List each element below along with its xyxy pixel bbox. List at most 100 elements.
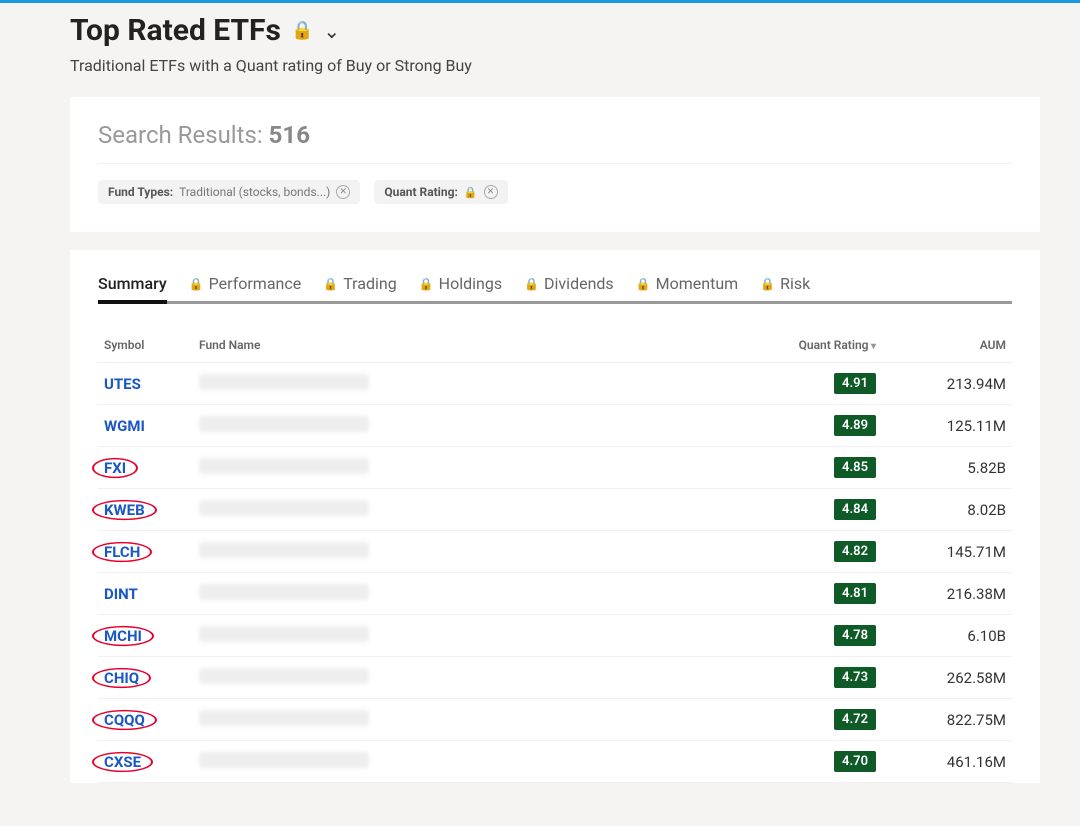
fund-name-blurred [199, 584, 369, 600]
tab-label: Trading [343, 274, 397, 293]
search-results-heading: Search Results: 516 [98, 121, 1012, 164]
tab-risk[interactable]: 🔒 Risk [760, 270, 810, 297]
fund-name-blurred [199, 500, 369, 516]
table-row: CHIQ 4.73262.58M [98, 657, 1012, 699]
table-row: FXI4.855.82B [98, 447, 1012, 489]
fund-name-blurred [199, 626, 369, 642]
table-row: CQQQ 4.72 822.75M [98, 699, 1012, 741]
fund-name-blurred [199, 542, 369, 558]
page-header: Top Rated ETFs 🔒 ⌄ Traditional ETFs with… [70, 3, 1040, 93]
cell-fund-name [193, 573, 722, 615]
tab-performance[interactable]: 🔒 Performance [189, 270, 302, 297]
ticker-link[interactable]: DINT [104, 585, 138, 603]
tabs: Summary 🔒 Performance 🔒 Trading 🔒 Holdin… [98, 270, 1012, 304]
table-row: WGMI 4.89 125.11M [98, 405, 1012, 447]
ticker-link[interactable]: KWEB [104, 501, 145, 519]
col-fund-name[interactable]: Fund Name [193, 328, 722, 363]
cell-quant-rating: 4.78 [722, 615, 882, 657]
cell-quant-rating: 4.72 [722, 699, 882, 741]
cell-symbol: DINT [98, 573, 193, 615]
lock-icon: 🔒 [636, 277, 651, 291]
rating-badge: 4.91 [834, 373, 876, 394]
tab-holdings[interactable]: 🔒 Holdings [419, 270, 502, 297]
rating-badge: 4.72 [834, 709, 876, 730]
cell-symbol: CXSE [98, 741, 193, 783]
cell-symbol: UTES [98, 363, 193, 405]
lock-icon: 🔒 [419, 277, 434, 291]
lock-icon: 🔒 [291, 20, 313, 41]
rating-badge: 4.89 [834, 415, 876, 436]
cell-symbol: CQQQ [98, 699, 193, 741]
close-icon[interactable]: ✕ [336, 185, 350, 199]
cell-aum: 262.58M [882, 657, 1012, 699]
cell-aum: 6.10B [882, 615, 1012, 657]
tab-label: Dividends [544, 274, 614, 293]
cell-quant-rating: 4.85 [722, 447, 882, 489]
ticker-link[interactable]: FXI [104, 459, 126, 477]
results-card: Summary 🔒 Performance 🔒 Trading 🔒 Holdin… [70, 250, 1040, 783]
tab-trading[interactable]: 🔒 Trading [323, 270, 396, 297]
filter-chip-label: Fund Types: [108, 185, 173, 199]
cell-fund-name [193, 615, 722, 657]
tab-dividends[interactable]: 🔒 Dividends [524, 270, 614, 297]
cell-fund-name [193, 531, 722, 573]
ticker-link[interactable]: CXSE [104, 753, 141, 771]
tab-label: Summary [98, 274, 167, 293]
ticker-link[interactable]: UTES [104, 375, 141, 393]
cell-quant-rating: 4.73 [722, 657, 882, 699]
fund-name-blurred [199, 416, 369, 432]
cell-fund-name [193, 741, 722, 783]
lock-icon: 🔒 [524, 277, 539, 291]
rating-badge: 4.81 [834, 583, 876, 604]
tab-summary[interactable]: Summary [98, 270, 167, 297]
ticker-link[interactable]: WGMI [104, 417, 145, 435]
cell-aum: 125.11M [882, 405, 1012, 447]
rating-badge: 4.78 [834, 625, 876, 646]
tab-label: Risk [780, 274, 810, 293]
table-row: MCHI 4.78 6.10B [98, 615, 1012, 657]
cell-quant-rating: 4.81 [722, 573, 882, 615]
col-symbol[interactable]: Symbol [98, 328, 193, 363]
search-results-label: Search Results: [98, 121, 269, 149]
lock-icon: 🔒 [760, 277, 775, 291]
cell-symbol: CHIQ [98, 657, 193, 699]
cell-aum: 216.38M [882, 573, 1012, 615]
cell-fund-name [193, 363, 722, 405]
cell-quant-rating: 4.91 [722, 363, 882, 405]
col-aum[interactable]: AUM [882, 328, 1012, 363]
table-row: CXSE4.70461.16M [98, 741, 1012, 783]
table-header-row: Symbol Fund Name Quant Rating AUM [98, 328, 1012, 363]
table-row: FLCH 4.82 145.71M [98, 531, 1012, 573]
search-results-count: 516 [269, 121, 310, 149]
fund-name-blurred [199, 374, 369, 390]
cell-aum: 145.71M [882, 531, 1012, 573]
cell-quant-rating: 4.89 [722, 405, 882, 447]
tab-momentum[interactable]: 🔒 Momentum [636, 270, 738, 297]
cell-fund-name [193, 405, 722, 447]
close-icon[interactable]: ✕ [484, 185, 498, 199]
cell-aum: 8.02B [882, 489, 1012, 531]
filter-chip-label: Quant Rating: [384, 185, 458, 199]
chevron-down-icon[interactable]: ⌄ [323, 19, 340, 43]
cell-aum: 213.94M [882, 363, 1012, 405]
cell-aum: 822.75M [882, 699, 1012, 741]
tab-label: Holdings [439, 274, 502, 293]
fund-name-blurred [199, 668, 369, 684]
ticker-link[interactable]: CQQQ [104, 711, 145, 729]
lock-icon: 🔒 [189, 277, 204, 291]
cell-symbol: FLCH [98, 531, 193, 573]
col-quant-rating[interactable]: Quant Rating [722, 328, 882, 363]
ticker-link[interactable]: MCHI [104, 627, 142, 645]
fund-name-blurred [199, 752, 369, 768]
cell-fund-name [193, 657, 722, 699]
ticker-link[interactable]: FLCH [104, 543, 140, 561]
rating-badge: 4.82 [834, 541, 876, 562]
filter-chip-quant-rating[interactable]: Quant Rating: 🔒 ✕ [374, 180, 507, 204]
cell-quant-rating: 4.84 [722, 489, 882, 531]
cell-fund-name [193, 699, 722, 741]
cell-symbol: WGMI [98, 405, 193, 447]
filter-chip-fund-types[interactable]: Fund Types: Traditional (stocks, bonds..… [98, 180, 360, 204]
cell-symbol: KWEB [98, 489, 193, 531]
ticker-link[interactable]: CHIQ [104, 669, 139, 687]
tab-label: Momentum [656, 274, 739, 293]
